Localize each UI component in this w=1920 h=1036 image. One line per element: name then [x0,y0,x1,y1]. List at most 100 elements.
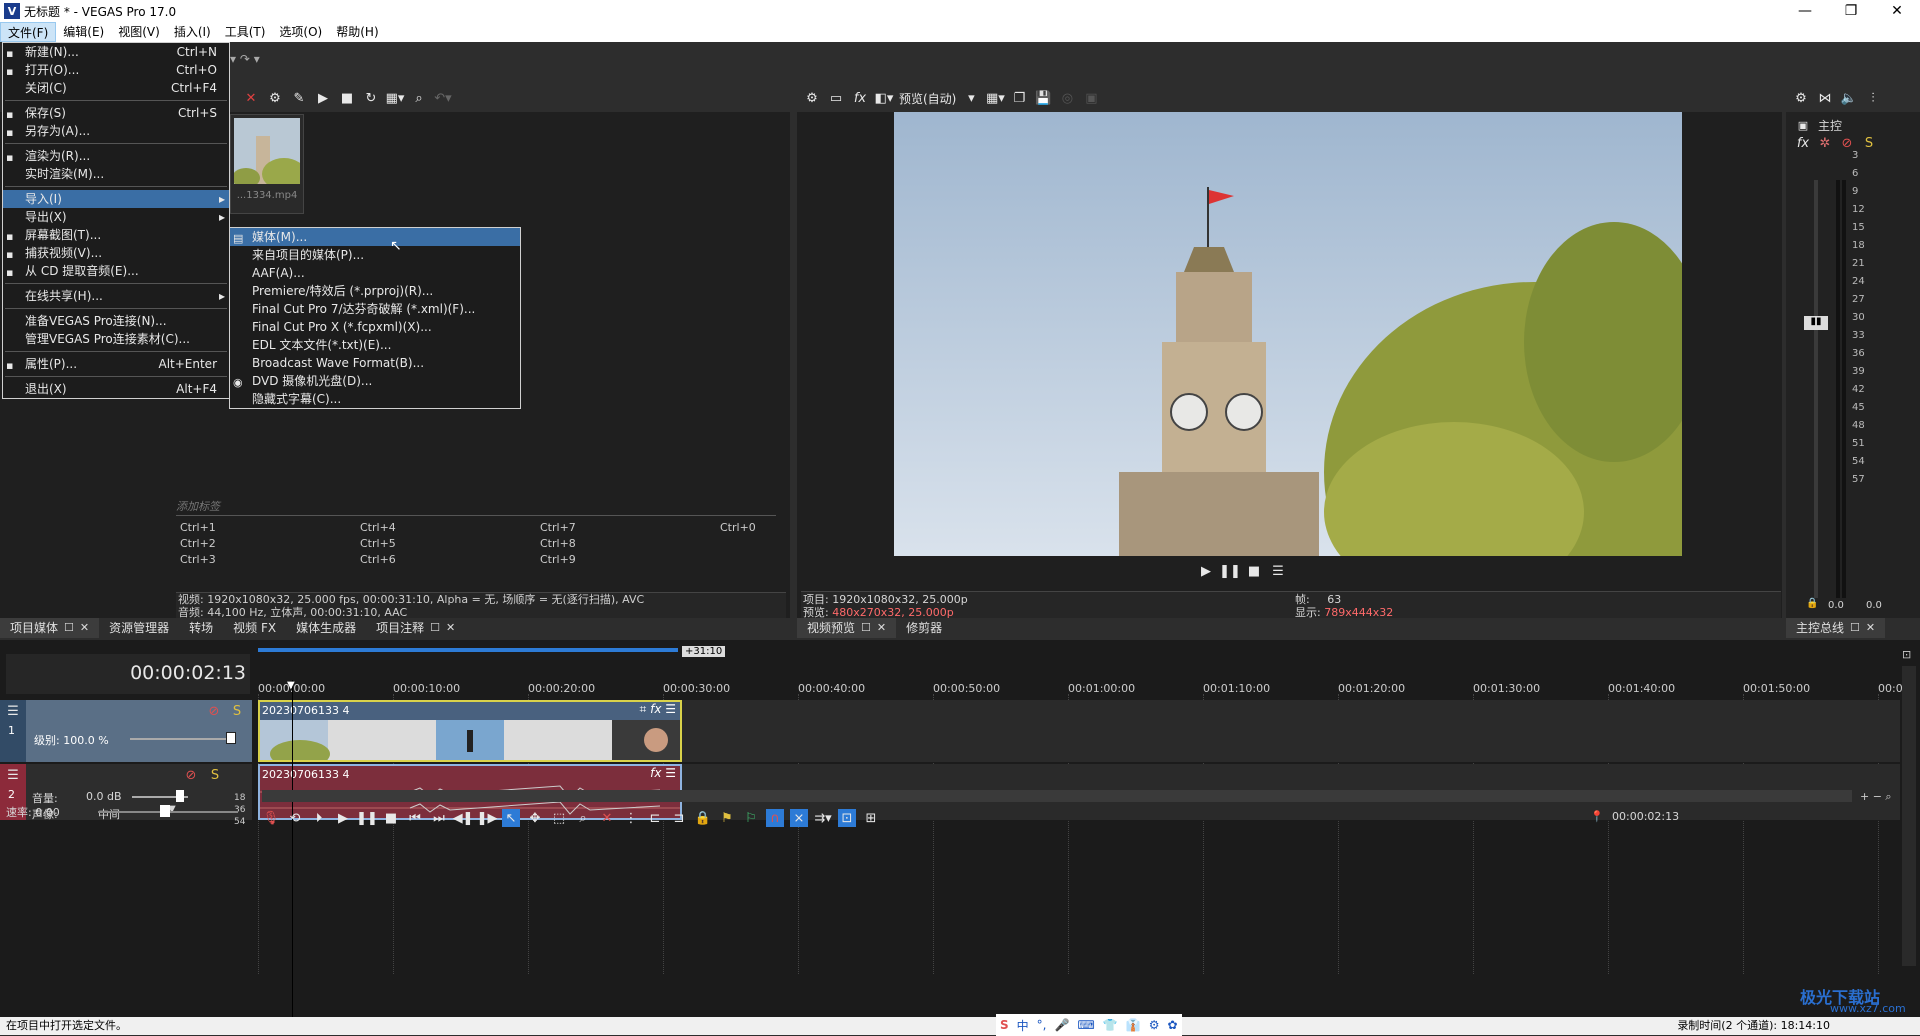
preview-quality-dropdown[interactable]: 预览(自动) [899,90,956,107]
audio-clip-icons[interactable]: fx ☰ [650,766,676,780]
ime-item[interactable]: ⚙ [1149,1018,1160,1032]
marker-icon[interactable]: ⚑ [718,809,736,827]
audio-mute-icon[interactable]: ⊘ [182,766,200,784]
edit-tool-icon[interactable]: ↖ [502,809,520,827]
preview-stop-icon[interactable]: ■ [1245,562,1263,580]
file-menu-item[interactable]: 实时渲染(M)... [3,165,229,183]
ignore-grouping-icon[interactable]: ⊞ [862,809,880,827]
region-icon[interactable]: ⚐ [742,809,760,827]
file-menu-item[interactable]: ▪ 打开(O)... Ctrl+O [3,61,229,79]
menu-1[interactable]: 编辑(E) [56,22,111,42]
zoom-controls[interactable]: + − ⌕ [1860,790,1892,804]
go-end-icon[interactable]: ⏭ [430,809,448,827]
preview-settings-icon[interactable]: ⚙ [803,89,821,107]
menu-6[interactable]: 帮助(H) [329,22,385,42]
menu-3[interactable]: 插入(I) [167,22,218,42]
ime-item[interactable]: ✿ [1167,1018,1177,1032]
video-solo-icon[interactable]: S [228,702,246,720]
lock-envelopes-icon[interactable]: ⊡ [838,809,856,827]
media-fx-icon[interactable]: ✎ [290,89,308,107]
lock-icon[interactable]: 🔒 [694,809,712,827]
file-menu-item[interactable]: 关闭(C) Ctrl+F4 [3,79,229,97]
maximize-button[interactable]: ❐ [1828,0,1874,22]
file-menu-item[interactable]: 导入(I) ▸ [3,190,229,208]
video-clip-icons[interactable]: ⌗ fx ☰ [640,702,676,717]
split-screen-icon[interactable]: ◧▾ [875,89,894,107]
file-menu-item[interactable]: ▪ 新建(N)... Ctrl+N [3,43,229,61]
envelope-tool-icon[interactable]: ✥ [526,809,544,827]
left-tab[interactable]: 视频 FX [223,618,286,638]
stop-icon-main[interactable]: ■ [382,809,400,827]
ime-toolbar[interactable]: S 中 °, 🎤 ⌨ 👕 👔 ⚙ ✿ [996,1014,1182,1036]
loop-region[interactable] [258,648,678,652]
menu-5[interactable]: 选项(O) [272,22,329,42]
ime-item[interactable]: 👔 [1126,1018,1141,1032]
go-start-icon[interactable]: ⏮ [406,809,424,827]
overlays-icon[interactable]: ▦▾ [986,89,1005,107]
file-menu-item[interactable]: ▪ 从 CD 提取音频(E)... [3,262,229,280]
track-menu-icon[interactable]: ☰ [4,702,22,720]
file-menu-item[interactable]: 管理VEGAS Pro连接素材(C)... [3,330,229,348]
timeline-scroll-up[interactable]: ⊡ [1902,648,1911,661]
file-menu-item[interactable]: 准备VEGAS Pro连接(N)... [3,312,229,330]
stop-icon[interactable]: ■ [338,89,356,107]
delete-icon[interactable]: ✕ [598,809,616,827]
import-menu-item[interactable]: ◉ DVD 摄像机光盘(D)... [230,372,520,390]
undo-icon[interactable]: ↶▾ [434,89,452,107]
ime-item[interactable]: 🎤 [1055,1018,1070,1032]
split-icon[interactable]: ⋮ [622,809,640,827]
copy-snapshot-icon[interactable]: ❐ [1010,89,1028,107]
video-level-slider[interactable] [130,738,234,740]
tag-input[interactable]: 添加标签 [176,498,776,516]
preview-play-icon[interactable]: ▶ [1197,562,1215,580]
playhead-marker-icon[interactable]: ▼ [287,680,295,691]
import-menu-item[interactable]: Final Cut Pro X (*.fcpxml)(X)... [230,318,520,336]
import-menu-item[interactable]: EDL 文本文件(*.txt)(E)... [230,336,520,354]
pause-icon[interactable]: ❚❚ [356,809,378,827]
prev-frame-icon[interactable]: ◀❚ [453,809,474,827]
timeline-hscroll[interactable] [262,790,1852,802]
preview-pause-icon[interactable]: ❚❚ [1219,562,1241,580]
import-menu-item[interactable]: AAF(A)... [230,264,520,282]
loop-icon[interactable]: ⟲ [286,809,304,827]
audio-track-menu-icon[interactable]: ☰ [4,766,22,784]
left-tab[interactable]: 转场 [179,618,223,638]
play-icon[interactable]: ▶ [314,89,332,107]
file-menu-item[interactable]: ▪ 属性(P)... Alt+Enter [3,355,229,373]
preview-menu-icon[interactable]: ☰ [1269,562,1287,580]
fx-icon[interactable]: fx [851,89,869,107]
import-menu-item[interactable]: Broadcast Wave Format(B)... [230,354,520,372]
file-menu-item[interactable]: 在线共享(H)... ▸ [3,287,229,305]
solo-icon[interactable]: S [1860,134,1878,152]
ime-item[interactable]: 👕 [1103,1018,1118,1032]
search-icon[interactable]: ⌕ [410,89,428,107]
import-menu-item[interactable]: 隐藏式字幕(C)... [230,390,520,408]
close-icon[interactable]: ✕ [446,618,455,638]
tab-master-bus[interactable]: 主控总线 ☐ ✕ [1786,618,1886,638]
settings-icon[interactable]: ⚙ [266,89,284,107]
tab-close-icon[interactable]: ✕ [877,618,886,638]
left-tab[interactable]: 项目媒体 ☐ ✕ [0,618,100,638]
rate-handle[interactable] [160,805,170,817]
trim-start-icon[interactable]: ⊏ [646,809,664,827]
save-snapshot-icon[interactable]: 💾 [1034,89,1052,107]
file-menu-item[interactable]: ▪ 捕获视频(V)... [3,244,229,262]
menu-2[interactable]: 视图(V) [111,22,167,42]
tab-video-preview[interactable]: 视频预览 ☐ ✕ [797,618,897,638]
fader-lock-icon[interactable]: 🔒 [1806,598,1818,609]
undock-icon[interactable]: ☐ [64,618,74,638]
import-menu-item[interactable]: Premiere/特效后 (*.prproj)(R)... [230,282,520,300]
import-menu-item[interactable]: Final Cut Pro 7/达芬奇破解 (*.xml)(F)... [230,300,520,318]
media-thumbnail[interactable]: ...1334.mp4 [230,114,306,214]
close-icon[interactable]: ✕ [80,618,89,638]
snap-icon[interactable]: ∩ [766,809,784,827]
file-menu-item[interactable]: 退出(X) Alt+F4 [3,380,229,398]
minimize-button[interactable]: — [1782,0,1828,22]
master-close-icon[interactable]: ✕ [1866,618,1875,638]
ime-item[interactable]: 中 [1017,1017,1029,1034]
file-menu-item[interactable]: ▪ 屏幕截图(T)... [3,226,229,244]
left-tab[interactable]: 资源管理器 [99,618,179,638]
undock-icon[interactable]: ☐ [430,618,440,638]
mixer-icon[interactable]: ⫶ [1864,89,1882,107]
playhead[interactable] [292,680,293,1017]
